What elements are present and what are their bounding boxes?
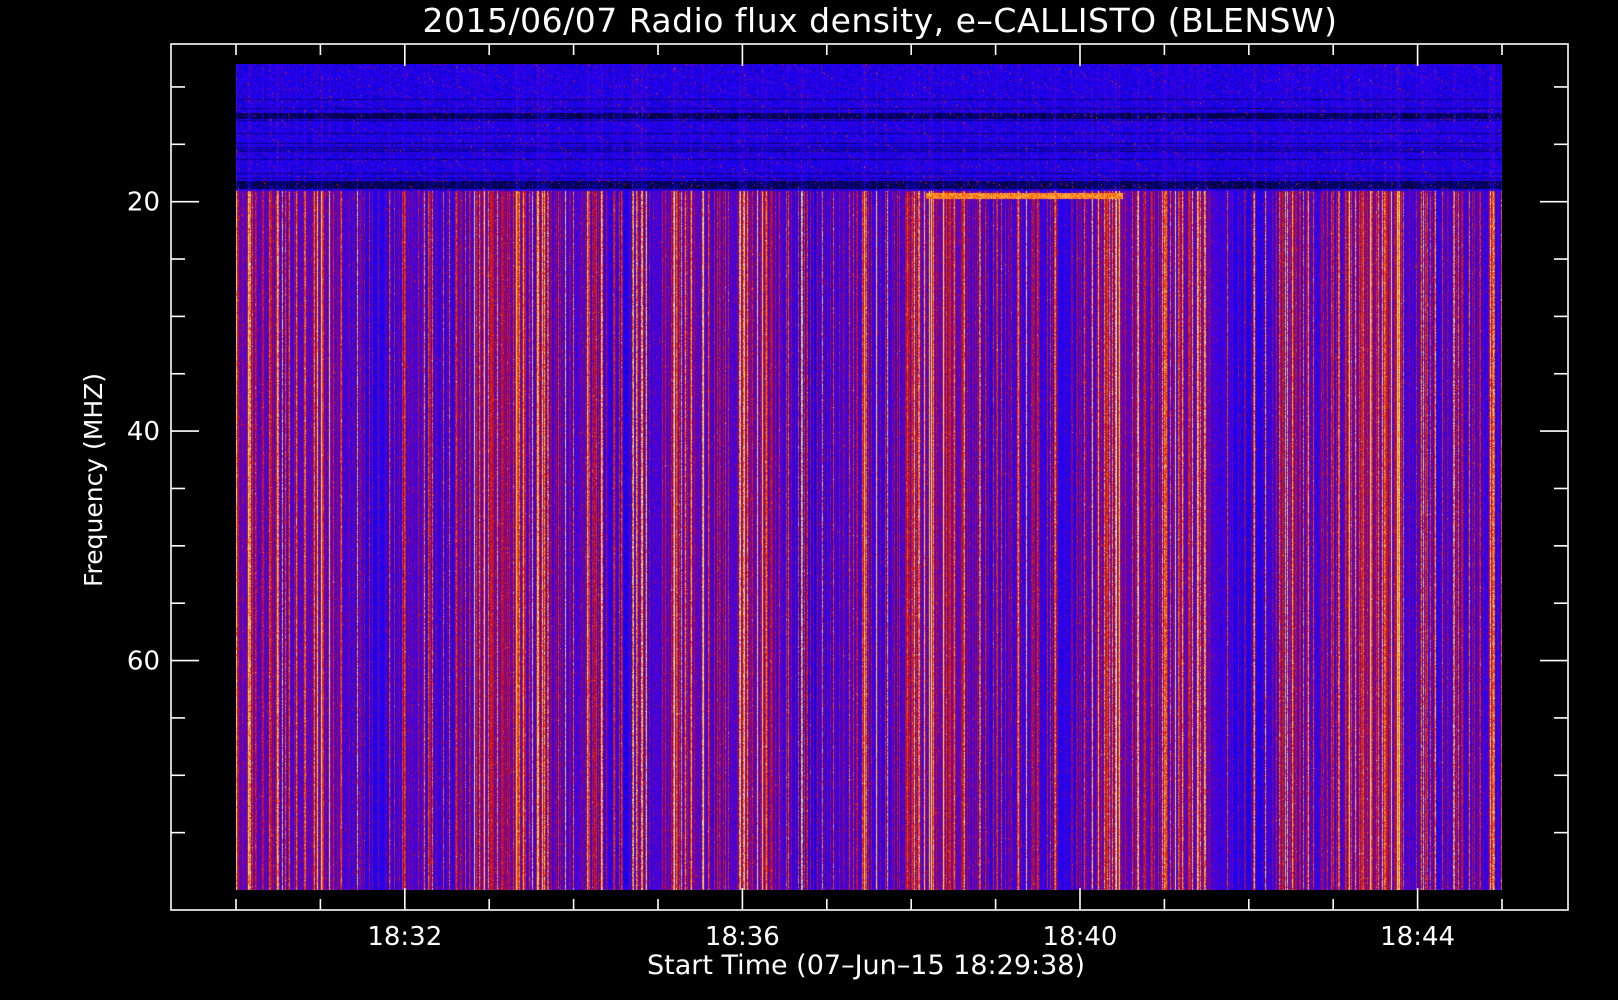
spectrogram-chart: 2015/06/07 Radio flux density, e–CALLIST… [0, 0, 1618, 1000]
heatmap-raster [236, 64, 1502, 890]
heatmap-image [236, 64, 1502, 890]
x-tick-label: 18:40 [1043, 922, 1118, 952]
x-axis-label: Start Time (07–Jun–15 18:29:38) [647, 950, 1085, 981]
chart-title: 2015/06/07 Radio flux density, e–CALLIST… [423, 1, 1338, 40]
x-tick-label: 18:36 [705, 922, 780, 952]
y-tick-label: 60 [127, 647, 160, 677]
y-tick-label: 20 [127, 188, 160, 218]
y-tick-label: 40 [127, 417, 160, 447]
x-tick-label: 18:32 [367, 922, 442, 952]
x-tick-label: 18:44 [1380, 922, 1455, 952]
y-axis-label: Frequency (MHZ) [79, 373, 108, 587]
